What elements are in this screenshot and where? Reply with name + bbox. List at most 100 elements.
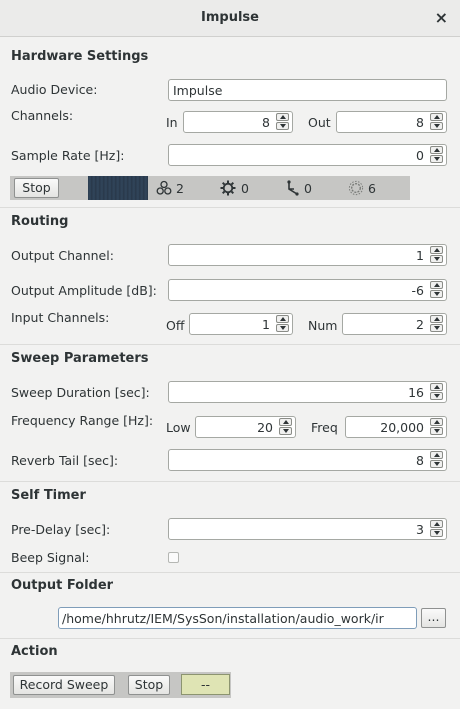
window-title: Impulse (201, 10, 259, 25)
input-channels-label: Input Channels: (11, 310, 110, 325)
num-label: Num (308, 318, 338, 333)
sample-rate-stepper[interactable]: 0 (168, 144, 447, 166)
off-label: Off (166, 318, 185, 333)
output-folder-heading: Output Folder (11, 578, 114, 593)
divider (0, 344, 460, 345)
spin-up-icon[interactable] (279, 418, 292, 426)
freq-high-stepper[interactable]: 20,000 (345, 416, 447, 438)
audio-device-field[interactable]: Impulse (168, 79, 447, 101)
divider (0, 481, 460, 482)
channels-label: Channels: (11, 108, 74, 123)
spin-down-icon[interactable] (430, 324, 443, 332)
defs-gear-icon (348, 180, 364, 196)
spin-down-icon[interactable] (430, 460, 443, 468)
spin-up-icon[interactable] (430, 146, 443, 154)
spin-up-icon[interactable] (430, 315, 443, 323)
sample-rate-label: Sample Rate [Hz]: (11, 148, 125, 163)
spin-up-icon[interactable] (276, 315, 289, 323)
beep-signal-checkbox[interactable] (168, 552, 179, 563)
divider (0, 638, 460, 639)
input-num-stepper[interactable]: 2 (342, 313, 447, 335)
input-num-spinner[interactable] (430, 315, 445, 333)
groups-count: 0 (304, 181, 312, 196)
divider (0, 572, 460, 573)
spin-down-icon[interactable] (430, 122, 443, 130)
groups-tree-icon (287, 180, 299, 196)
pre-delay-spinner[interactable] (430, 520, 445, 538)
out-channels-stepper[interactable]: 8 (336, 111, 447, 133)
record-sweep-button[interactable]: Record Sweep (13, 675, 115, 695)
pre-delay-stepper[interactable]: 3 (168, 518, 447, 540)
spin-up-icon[interactable] (276, 113, 289, 121)
synths-count: 2 (176, 181, 184, 196)
out-channels-spinner[interactable] (430, 113, 445, 131)
freq-high-spinner[interactable] (430, 418, 445, 436)
spin-down-icon[interactable] (279, 427, 292, 435)
routing-heading: Routing (11, 214, 69, 229)
output-amplitude-stepper[interactable]: -6 (168, 279, 447, 301)
progress-indicator: -- (181, 674, 230, 695)
spin-up-icon[interactable] (430, 281, 443, 289)
hardware-heading: Hardware Settings (11, 49, 149, 64)
spin-down-icon[interactable] (276, 324, 289, 332)
freq-low-stepper[interactable]: 20 (195, 416, 296, 438)
output-amplitude-label: Output Amplitude [dB]: (11, 283, 157, 298)
sweep-duration-spinner[interactable] (430, 383, 445, 401)
output-amplitude-spinner[interactable] (430, 281, 445, 299)
sample-rate-spinner[interactable] (430, 146, 445, 164)
output-folder-input[interactable]: /home/hhrutz/IEM/SysSon/installation/aud… (58, 607, 417, 629)
self-timer-heading: Self Timer (11, 488, 86, 503)
pre-delay-label: Pre-Delay [sec]: (11, 522, 111, 537)
spin-down-icon[interactable] (430, 427, 443, 435)
in-channels-spinner[interactable] (276, 113, 291, 131)
output-channel-stepper[interactable]: 1 (168, 244, 447, 266)
ugens-gear-icon (220, 180, 236, 196)
ugens-count: 0 (241, 181, 249, 196)
input-offset-stepper[interactable]: 1 (189, 313, 293, 335)
server-stop-button[interactable]: Stop (14, 178, 59, 198)
reverb-tail-label: Reverb Tail [sec]: (11, 453, 119, 468)
spin-down-icon[interactable] (430, 290, 443, 298)
out-label: Out (308, 115, 331, 130)
output-channel-spinner[interactable] (430, 246, 445, 264)
spin-up-icon[interactable] (430, 520, 443, 528)
spin-down-icon[interactable] (430, 529, 443, 537)
spin-down-icon[interactable] (430, 155, 443, 163)
audio-device-label: Audio Device: (11, 82, 98, 97)
low-label: Low (166, 420, 191, 435)
title-bar: Impulse × (0, 0, 460, 37)
output-amplitude-value: -6 (411, 283, 424, 298)
output-channel-label: Output Channel: (11, 248, 114, 263)
freq-low-spinner[interactable] (279, 418, 294, 436)
input-num-value: 2 (416, 317, 424, 332)
in-channels-stepper[interactable]: 8 (183, 111, 293, 133)
spin-down-icon[interactable] (430, 392, 443, 400)
in-label: In (166, 115, 178, 130)
out-channels-value: 8 (416, 115, 424, 130)
spin-up-icon[interactable] (430, 246, 443, 254)
sweep-duration-value: 16 (408, 385, 424, 400)
reverb-tail-stepper[interactable]: 8 (168, 449, 447, 471)
action-heading: Action (11, 644, 58, 659)
close-icon[interactable]: × (435, 8, 448, 27)
spin-up-icon[interactable] (430, 113, 443, 121)
browse-button[interactable]: ... (421, 608, 446, 628)
beep-signal-label: Beep Signal: (11, 550, 90, 565)
sweep-duration-label: Sweep Duration [sec]: (11, 385, 150, 400)
reverb-tail-spinner[interactable] (430, 451, 445, 469)
defs-count: 6 (368, 181, 376, 196)
input-offset-value: 1 (262, 317, 270, 332)
spin-up-icon[interactable] (430, 418, 443, 426)
spin-up-icon[interactable] (430, 451, 443, 459)
freq-high-value: 20,000 (380, 420, 424, 435)
sweep-duration-stepper[interactable]: 16 (168, 381, 447, 403)
freq-label: Freq (311, 420, 338, 435)
spin-down-icon[interactable] (276, 122, 289, 130)
output-channel-value: 1 (416, 248, 424, 263)
action-stop-button[interactable]: Stop (128, 675, 170, 695)
synths-icon (156, 180, 172, 195)
spin-up-icon[interactable] (430, 383, 443, 391)
reverb-tail-value: 8 (416, 453, 424, 468)
input-offset-spinner[interactable] (276, 315, 291, 333)
spin-down-icon[interactable] (430, 255, 443, 263)
